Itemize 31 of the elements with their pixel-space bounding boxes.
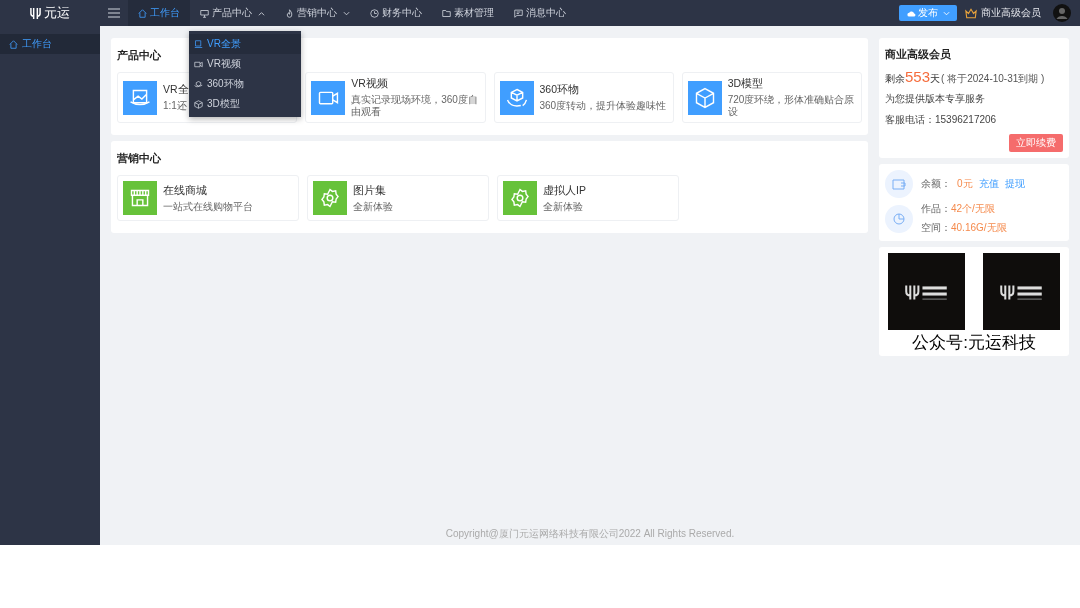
card-description: 720度环绕，形体准确贴合原设 (727, 94, 856, 118)
phone-text: 客服电话：15396217206 (885, 113, 998, 127)
expiry-date: ( 将于2024-10-31到期 ) (941, 72, 1045, 86)
card-description: 真实记录现场环境，360度自由观看 (351, 94, 479, 118)
space-label: 空间： (921, 222, 951, 233)
card-title: 虚拟人IP (543, 183, 586, 198)
qr-caption: 公众号:元运科技 (911, 333, 1037, 353)
works-value: 42个/无限 (951, 203, 995, 214)
service-text: 为您提供版本专享服务 (885, 92, 986, 106)
card-title: 在线商城 (163, 183, 208, 198)
balance-value: 0元 (957, 177, 973, 191)
copyright-text: Copyright@厦门元运网络科技有限公司2022 All Rights Reserved. (445, 528, 735, 539)
card-description: 一站式在线购物平台 (163, 200, 253, 213)
days-unit: 天 (930, 73, 941, 86)
card-description: 1:1还 (163, 100, 188, 112)
balance-label: 余额： (921, 177, 951, 191)
space-value: 40.16G/无限 (951, 222, 1007, 233)
days-count: 553 (905, 68, 931, 85)
card-description: 360度转动，提升体验趣味性 (539, 100, 667, 112)
member-title: 商业高级会员 (885, 48, 952, 62)
section-title: 营销中心 (117, 152, 162, 166)
works-label: 作品： (921, 203, 951, 214)
card-title: VR全 (163, 83, 189, 97)
remaining-label: 剩余 (885, 73, 905, 86)
card-title: 360环物 (539, 83, 581, 97)
card-title: 图片集 (353, 183, 387, 198)
card-description: 全新体验 (353, 200, 393, 213)
card-title: 3D模型 (727, 77, 765, 91)
card-title: VR视频 (351, 77, 389, 91)
logo-text: 元运 (44, 4, 70, 22)
card-description: 全新体验 (543, 200, 584, 213)
